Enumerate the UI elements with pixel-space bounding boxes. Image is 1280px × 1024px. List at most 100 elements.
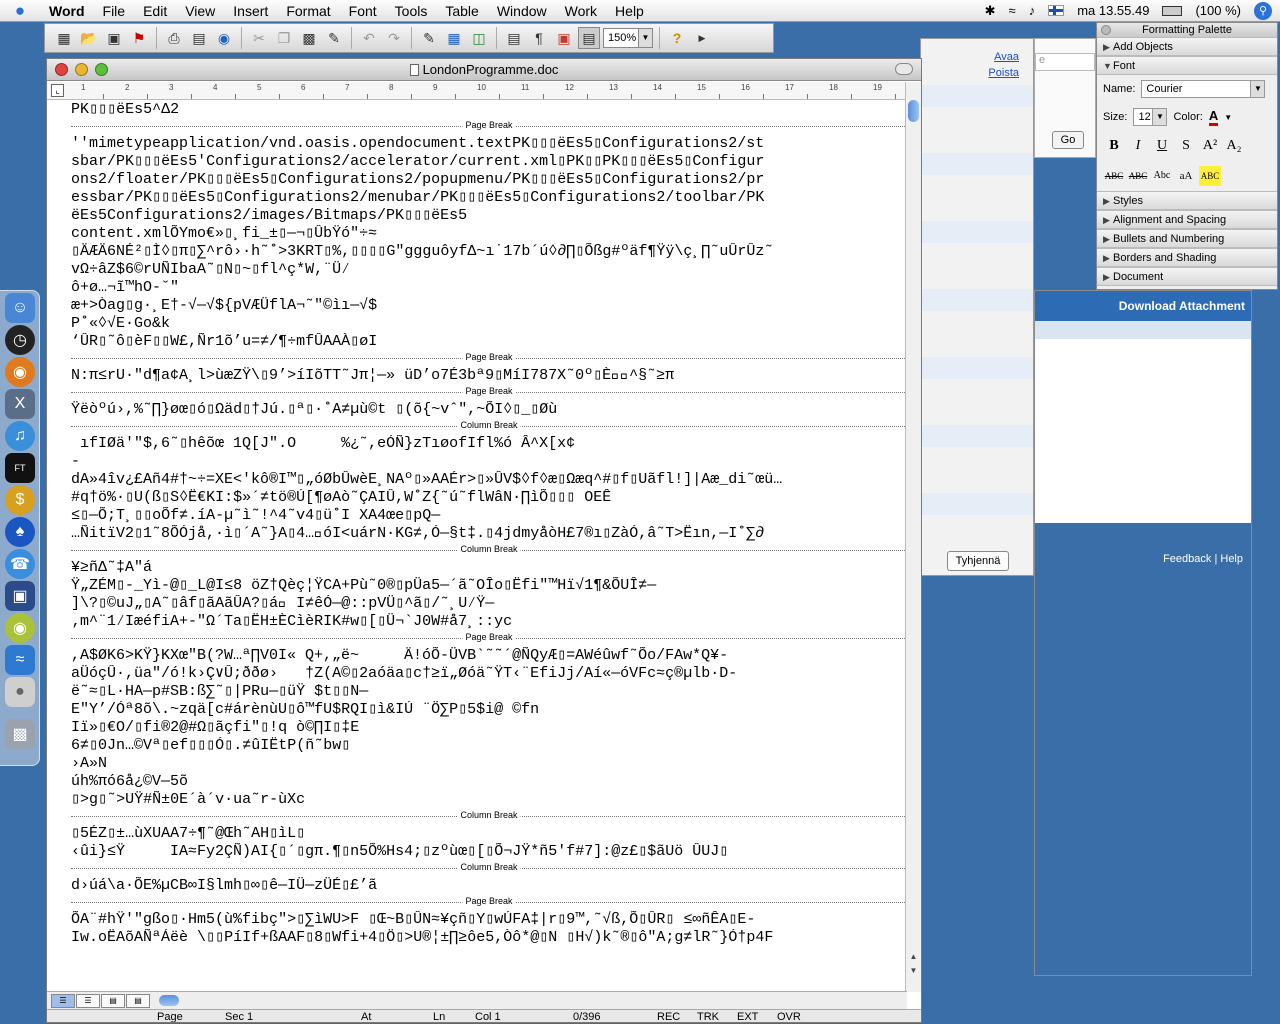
shadow-button[interactable]: S	[1175, 136, 1197, 156]
insert-table-icon[interactable]: ▦	[443, 27, 465, 49]
paste-icon[interactable]: ▩	[298, 27, 320, 49]
menu-font[interactable]: Font	[340, 3, 386, 19]
print-preview-icon[interactable]: ▤	[188, 27, 210, 49]
columns-icon[interactable]: ◫	[468, 27, 490, 49]
strikethrough-button[interactable]: ABC	[1103, 166, 1125, 186]
new-document-icon[interactable]: ▦	[53, 27, 75, 49]
double-strikethrough-button[interactable]: ABC	[1127, 166, 1149, 186]
poker-chip-icon[interactable]: $	[5, 485, 35, 515]
status-trk[interactable]: TRK	[697, 1011, 737, 1022]
section-borders-shading[interactable]: ▶ Borders and Shading	[1097, 248, 1277, 267]
toolbar-toggle-icon[interactable]	[895, 63, 913, 75]
minimize-window-icon[interactable]	[75, 63, 88, 76]
window-title-bar[interactable]: LondonProgramme.doc	[47, 59, 921, 81]
close-window-icon[interactable]	[55, 63, 68, 76]
section-font[interactable]: ▼Font	[1097, 56, 1277, 75]
undo-icon[interactable]: ↶	[358, 27, 380, 49]
menu-work[interactable]: Work	[556, 3, 606, 19]
wifi-icon[interactable]: ≈	[1009, 3, 1016, 18]
web-icon[interactable]: ◉	[213, 27, 235, 49]
menu-tools[interactable]: Tools	[386, 3, 437, 19]
close-icon[interactable]	[1101, 25, 1111, 35]
subscript-button[interactable]: A₂	[1223, 136, 1245, 156]
finder-icon[interactable]: ☺	[5, 293, 35, 323]
section-alignment-spacing[interactable]: ▶ Alignment and Spacing	[1097, 210, 1277, 229]
document-body[interactable]: PK▯▯▯ëEs5^Δ2 Page Break ''mimetypeapplicat…	[71, 101, 907, 991]
volume-icon[interactable]: ♪	[1029, 3, 1036, 18]
section-styles[interactable]: ▶ Styles	[1097, 191, 1277, 210]
zoom-select[interactable]: 150% ▼	[603, 28, 653, 48]
status-ovr[interactable]: OVR	[777, 1011, 817, 1022]
font-color-icon[interactable]: A	[1208, 108, 1219, 126]
page-layout-view-icon[interactable]: ▤	[101, 994, 125, 1008]
toolbar-overflow-icon[interactable]: ▶	[691, 27, 713, 49]
search-input[interactable]: e	[1035, 53, 1095, 71]
horizontal-scrollbar[interactable]: ☰ ☰ ▤ ▤	[47, 991, 907, 1009]
bold-button[interactable]: B	[1103, 136, 1125, 156]
input-flag-icon[interactable]	[1048, 5, 1065, 16]
bluetooth-icon[interactable]: ✱	[985, 3, 996, 19]
scroll-up-icon[interactable]: ▲	[906, 950, 921, 964]
x11-icon[interactable]: X	[5, 389, 35, 419]
palette-title-bar[interactable]: Formatting Palette	[1097, 23, 1277, 37]
trash-icon[interactable]: ▩	[5, 719, 35, 749]
apple-menu-icon[interactable]: ●	[0, 1, 40, 21]
superscript-button[interactable]: A²	[1199, 136, 1221, 156]
open-folder-icon[interactable]: 📂	[78, 27, 100, 49]
download-attachment-link[interactable]: Download Attachment	[1035, 291, 1251, 321]
status-rec[interactable]: REC	[657, 1011, 697, 1022]
menu-table[interactable]: Table	[436, 3, 487, 19]
tables-borders-icon[interactable]: ✎	[418, 27, 440, 49]
clock-app-icon[interactable]: ◷	[5, 325, 35, 355]
highlight-button[interactable]: ABC	[1199, 166, 1221, 186]
delete-link[interactable]: Poista	[988, 65, 1019, 81]
tab-selector-icon[interactable]: ⌞	[51, 84, 64, 97]
horizontal-scroll-thumb[interactable]	[159, 995, 179, 1006]
outline-view-icon[interactable]: ☰	[76, 994, 100, 1008]
change-case-button[interactable]: aA	[1175, 166, 1197, 186]
format-painter-icon[interactable]: ✎	[323, 27, 345, 49]
clear-button[interactable]: Tyhjennä	[947, 551, 1009, 571]
spade-app-icon[interactable]: ♠	[5, 517, 35, 547]
waves-app-icon[interactable]: ≈	[5, 645, 35, 675]
italic-button[interactable]: I	[1127, 136, 1149, 156]
menu-format[interactable]: Format	[277, 3, 339, 19]
menu-view[interactable]: View	[176, 3, 224, 19]
full-tilt-poker-icon[interactable]: FT	[5, 453, 35, 483]
menu-help[interactable]: Help	[606, 3, 653, 19]
go-button[interactable]: Go	[1052, 131, 1084, 149]
toolbox-icon[interactable]: ▣	[553, 27, 575, 49]
open-link[interactable]: Avaa	[988, 49, 1019, 65]
scroll-down-icon[interactable]: ▼	[906, 964, 921, 978]
font-size-field[interactable]: 12 ▼	[1133, 108, 1168, 126]
firefox-icon[interactable]: ◉	[5, 357, 35, 387]
small-caps-button[interactable]: Abc	[1151, 166, 1173, 186]
status-word-count[interactable]: 0/396	[573, 1011, 657, 1022]
help-icon[interactable]: ?	[666, 27, 688, 49]
horizontal-ruler[interactable]: ⌞ 1 2 3 4 5 6 7 8 9 10 11 12 13 14 15 16 17 18 19	[47, 82, 907, 100]
clapper-icon[interactable]: ▣	[5, 581, 35, 611]
menu-file[interactable]: File	[94, 3, 135, 19]
notebook-view-icon[interactable]: ▤	[126, 994, 150, 1008]
redo-icon[interactable]: ↷	[383, 27, 405, 49]
battery-status[interactable]: (100 %)	[1195, 3, 1241, 18]
document-map-icon[interactable]: ▤	[503, 27, 525, 49]
underline-button[interactable]: U	[1151, 136, 1173, 156]
clock[interactable]: ma 13.55.49	[1077, 3, 1149, 18]
show-formatting-icon[interactable]: ¶	[528, 27, 550, 49]
help-link[interactable]: Help	[1220, 553, 1243, 565]
section-bullets-numbering[interactable]: ▶ Bullets and Numbering	[1097, 229, 1277, 248]
zoom-window-icon[interactable]	[95, 63, 108, 76]
menu-edit[interactable]: Edit	[134, 3, 176, 19]
status-ext[interactable]: EXT	[737, 1011, 777, 1022]
spotlight-icon[interactable]: ⚲	[1254, 1, 1272, 20]
normal-view-icon[interactable]: ☰	[51, 994, 75, 1008]
battery-icon[interactable]	[1162, 5, 1183, 16]
ichat-icon[interactable]: ☎	[5, 549, 35, 579]
formatting-palette-icon[interactable]: ▤	[578, 27, 600, 49]
vertical-scrollbar[interactable]: ▲ ▼	[905, 82, 921, 992]
font-name-field[interactable]: Courier ▼	[1141, 80, 1266, 98]
save-icon[interactable]: ▣	[103, 27, 125, 49]
scroll-thumb[interactable]	[908, 100, 919, 122]
section-add-objects[interactable]: ▶ Add Objects	[1097, 37, 1277, 56]
